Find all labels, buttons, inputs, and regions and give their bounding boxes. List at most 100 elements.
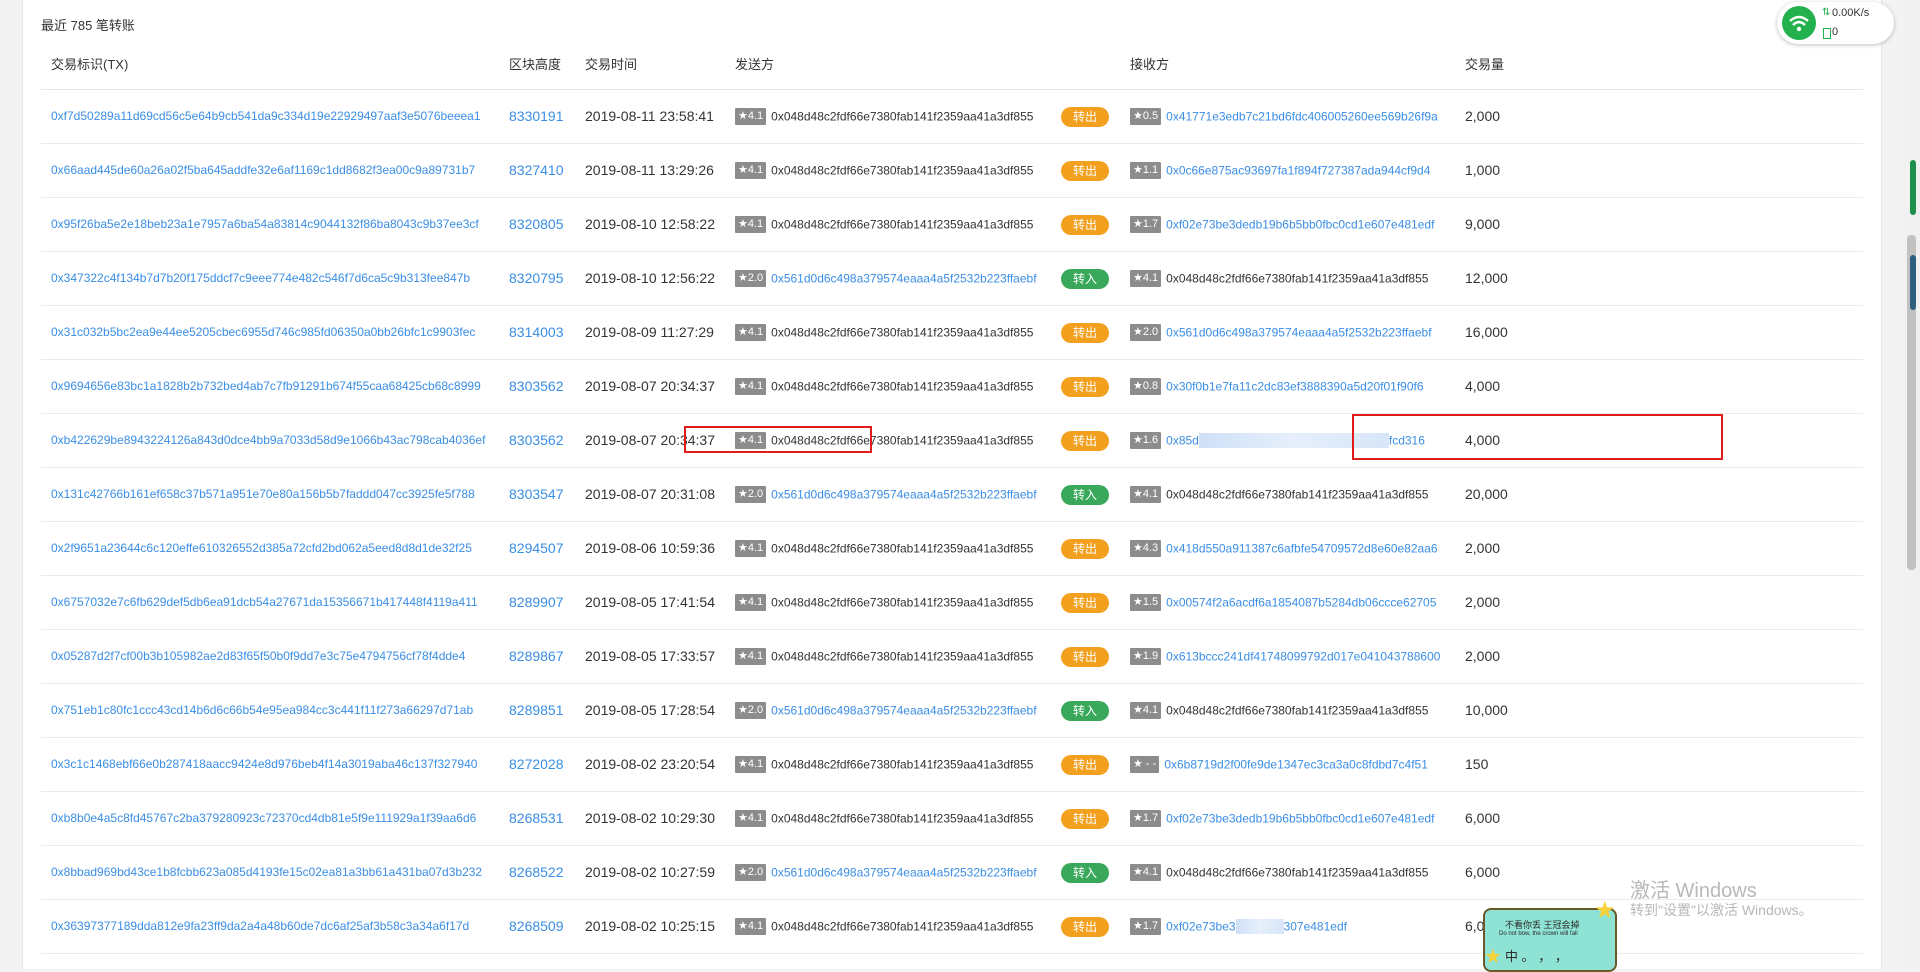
sender-score-badge: ★4.1 — [735, 432, 767, 450]
transfer-amount: 2,000 — [1465, 594, 1501, 610]
receiver-cell: ★2.0 0x561d0d6c498a379574eaaa4a5f2532b223… — [1130, 306, 1432, 359]
tx-hash-link[interactable]: 0x95f26ba5e2e18beb23a1e7957a6ba54a83814c… — [51, 198, 479, 251]
block-height-link[interactable]: 8327410 — [509, 144, 564, 197]
block-height-link[interactable]: 8303562 — [509, 414, 564, 467]
receiver-cell: ★1.6 0x85d fcd316 — [1130, 414, 1425, 467]
tx-hash-link[interactable]: 0xf7d50289a11d69cd56c5e64b9cb541da9c334d… — [51, 90, 481, 143]
tx-hash-link[interactable]: 0x36397377189dda812e9fa23ff9da2a4a48b60d… — [51, 900, 469, 953]
sender-address[interactable]: 0x561d0d6c498a379574eaaa4a5f2532b223ffae… — [771, 865, 1036, 879]
receiver-address[interactable]: 0x561d0d6c498a379574eaaa4a5f2532b223ffae… — [1166, 325, 1431, 339]
block-height-link[interactable]: 8289867 — [509, 630, 564, 683]
tx-hash-link[interactable]: 0x05287d2f7cf00b3b105982ae2d83f65f50b0f9… — [51, 630, 465, 683]
sender-address[interactable]: 0x561d0d6c498a379574eaaa4a5f2532b223ffae… — [771, 271, 1036, 285]
receiver-cell: ★1.9 0x613bccc241df41748099792d017e041043… — [1130, 630, 1440, 683]
receiver-cell: ★4.1 0x048d48c2fdf66e7380fab141f2359aa41a… — [1130, 846, 1428, 899]
table-row: 0x31c032b5bc2ea9e44ee5205cbec6955d746c98… — [41, 306, 1863, 360]
sender-cell: ★2.0 0x561d0d6c498a379574eaaa4a5f2532b223… — [735, 684, 1037, 737]
block-height-link[interactable]: 8289907 — [509, 576, 564, 629]
vertical-scrollbar[interactable] — [1903, 0, 1920, 969]
block-height-link[interactable]: 8314003 — [509, 306, 564, 359]
block-height-link[interactable]: 8294507 — [509, 522, 564, 575]
sender-cell: ★4.1 0x048d48c2fdf66e7380fab141f2359aa41a… — [735, 630, 1033, 683]
block-height-link[interactable]: 8320805 — [509, 198, 564, 251]
receiver-cell: ★4.1 0x048d48c2fdf66e7380fab141f2359aa41a… — [1130, 468, 1428, 521]
receiver-cell: ★1.7 0xf02e73be3dedb19b6b5bb0fbc0cd1e607e… — [1130, 198, 1434, 251]
receiver-address[interactable]: 0xf02e73be3dedb19b6b5bb0fbc0cd1e607e481e… — [1166, 217, 1434, 231]
tx-hash-link[interactable]: 0x347322c4f134b7d7b20f175ddcf7c9eee774e4… — [51, 252, 470, 305]
receiver-address[interactable]: 0x85d — [1166, 433, 1199, 447]
transaction-time: 2019-08-02 10:27:59 — [585, 864, 715, 880]
sender-score-badge: ★4.1 — [735, 918, 767, 936]
block-height-link[interactable]: 8320795 — [509, 252, 564, 305]
receiver-cell: ★1.7 0xf02e73be3 307e481edf — [1130, 900, 1347, 953]
block-height-link[interactable]: 8272028 — [509, 738, 564, 791]
tx-hash-link[interactable]: 0x6757032e7c6fb629def5db6ea91dcb54a27671… — [51, 576, 478, 629]
direction-cell: 转出 — [1061, 90, 1109, 143]
sender-score-badge: ★2.0 — [735, 270, 767, 288]
sender-cell: ★4.1 0x048d48c2fdf66e7380fab141f2359aa41a… — [735, 360, 1033, 413]
tx-hash-link[interactable]: 0x2f9651a23644c6c120effe610326552d385a72… — [51, 522, 472, 575]
transfer-amount: 4,000 — [1465, 432, 1501, 448]
block-height-link[interactable]: 8330191 — [509, 90, 564, 143]
block-height-link[interactable]: 8303562 — [509, 360, 564, 413]
table-header: 交易标识(TX) 区块高度 交易时间 发送方 接收方 交易量 — [41, 38, 1863, 90]
receiver-score-badge: ★4.3 — [1130, 540, 1162, 558]
tx-hash-link[interactable]: 0x8bbad969bd43ce1b8fcbb623a085d4193fe15c… — [51, 846, 482, 899]
block-height-link[interactable]: 8268509 — [509, 900, 564, 953]
sender-address: 0x048d48c2fdf66e7380fab141f2359aa41a3df8… — [771, 757, 1034, 772]
tx-hash-link[interactable]: 0xb8b0e4a5c8fd45767c2ba379280923c72370cd… — [51, 792, 476, 845]
sender-score-badge: ★4.1 — [735, 810, 767, 828]
tx-hash-link[interactable]: 0x31c032b5bc2ea9e44ee5205cbec6955d746c98… — [51, 306, 475, 359]
direction-cell: 转入 — [1061, 252, 1109, 305]
block-height-link[interactable]: 8268531 — [509, 792, 564, 845]
sender-address[interactable]: 0x561d0d6c498a379574eaaa4a5f2532b223ffae… — [771, 703, 1036, 717]
receiver-address[interactable]: 0x418d550a911387c6afbfe54709572d8e60e82a… — [1166, 541, 1437, 555]
network-speed-widget[interactable]: ⇅ 0.00K/s 0 — [1777, 2, 1894, 44]
table-row: 0x8bbad969bd43ce1b8fcbb623a085d4193fe15c… — [41, 846, 1863, 900]
blurred-address-segment — [1235, 919, 1284, 935]
block-height-link[interactable]: 8303547 — [509, 468, 564, 521]
sender-address[interactable]: 0x561d0d6c498a379574eaaa4a5f2532b223ffae… — [771, 487, 1036, 501]
block-height-link[interactable]: 8268522 — [509, 846, 564, 899]
table-body: 0xf7d50289a11d69cd56c5e64b9cb541da9c334d… — [41, 90, 1863, 954]
transaction-time: 2019-08-07 20:34:37 — [585, 432, 715, 448]
receiver-address[interactable]: 0x00574f2a6acdf6a1854087b5284db06ccce627… — [1166, 595, 1436, 609]
sender-score-badge: ★4.1 — [735, 594, 767, 612]
block-height-link[interactable]: 8289851 — [509, 684, 564, 737]
receiver-address[interactable]: 0x6b8719d2f00fe9de1347ec3ca3a0c8fdbd7c4f… — [1164, 757, 1428, 771]
sender-score-badge: ★2.0 — [735, 864, 767, 882]
receiver-cell: ★1.1 0x0c66e875ac93697fa1f894f727387ada94… — [1130, 144, 1430, 197]
receiver-address[interactable]: 0x613bccc241df41748099792d017e0410437886… — [1166, 649, 1440, 663]
receiver-address[interactable]: 0x30f0b1e7fa11c2dc83ef3888390a5d20f01f90… — [1166, 379, 1423, 393]
sender-cell: ★2.0 0x561d0d6c498a379574eaaa4a5f2532b223… — [735, 846, 1037, 899]
tx-hash-link[interactable]: 0xb422629be8943224126a843d0dce4bb9a7033d… — [51, 414, 485, 467]
sender-address: 0x048d48c2fdf66e7380fab141f2359aa41a3df8… — [771, 649, 1034, 664]
sender-address: 0x048d48c2fdf66e7380fab141f2359aa41a3df8… — [771, 811, 1034, 826]
direction-cell: 转出 — [1061, 198, 1109, 251]
receiver-address[interactable]: 0x41771e3edb7c21bd6fdc406005260ee569b26f… — [1166, 109, 1438, 123]
receiver-address[interactable]: 0xf02e73be3dedb19b6b5bb0fbc0cd1e607e481e… — [1166, 811, 1434, 825]
sender-cell: ★4.1 0x048d48c2fdf66e7380fab141f2359aa41a… — [735, 144, 1033, 197]
direction-badge: 转出 — [1061, 160, 1109, 181]
transfer-amount: 1,000 — [1465, 162, 1501, 178]
direction-badge: 转入 — [1061, 862, 1109, 883]
tx-hash-link[interactable]: 0x3c1c1468ebf66e0b287418aacc9424e8d976be… — [51, 738, 477, 791]
direction-cell: 转出 — [1061, 576, 1109, 629]
tx-hash-link[interactable]: 0x9694656e83bc1a1828b2b732bed4ab7c7fb912… — [51, 360, 481, 413]
receiver-address[interactable]: 0x0c66e875ac93697fa1f894f727387ada944cf9… — [1166, 163, 1430, 177]
tx-hash-link[interactable]: 0x131c42766b161ef658c37b571a951e70e80a15… — [51, 468, 475, 521]
direction-badge: 转出 — [1061, 754, 1109, 775]
direction-cell: 转出 — [1061, 738, 1109, 791]
receiver-address-tail[interactable]: 307e481edf — [1284, 919, 1347, 933]
transaction-time: 2019-08-05 17:28:54 — [585, 702, 715, 718]
receiver-address[interactable]: 0xf02e73be3 — [1166, 919, 1235, 933]
receiver-cell: ★ - - 0x6b8719d2f00fe9de1347ec3ca3a0c8fdb… — [1130, 738, 1428, 791]
receiver-cell: ★4.1 0x048d48c2fdf66e7380fab141f2359aa41a… — [1130, 684, 1428, 737]
receiver-score-badge: ★1.5 — [1130, 594, 1162, 612]
transaction-time: 2019-08-07 20:34:37 — [585, 378, 715, 394]
tx-hash-link[interactable]: 0x66aad445de60a26a02f5ba645addfe32e6af11… — [51, 144, 475, 197]
table-row: 0x95f26ba5e2e18beb23a1e7957a6ba54a83814c… — [41, 198, 1863, 252]
receiver-address: 0x048d48c2fdf66e7380fab141f2359aa41a3df8… — [1166, 865, 1429, 880]
tx-hash-link[interactable]: 0x751eb1c80fc1ccc43cd14b6d6c66b54e95ea98… — [51, 684, 473, 737]
receiver-address-tail[interactable]: fcd316 — [1389, 433, 1425, 447]
